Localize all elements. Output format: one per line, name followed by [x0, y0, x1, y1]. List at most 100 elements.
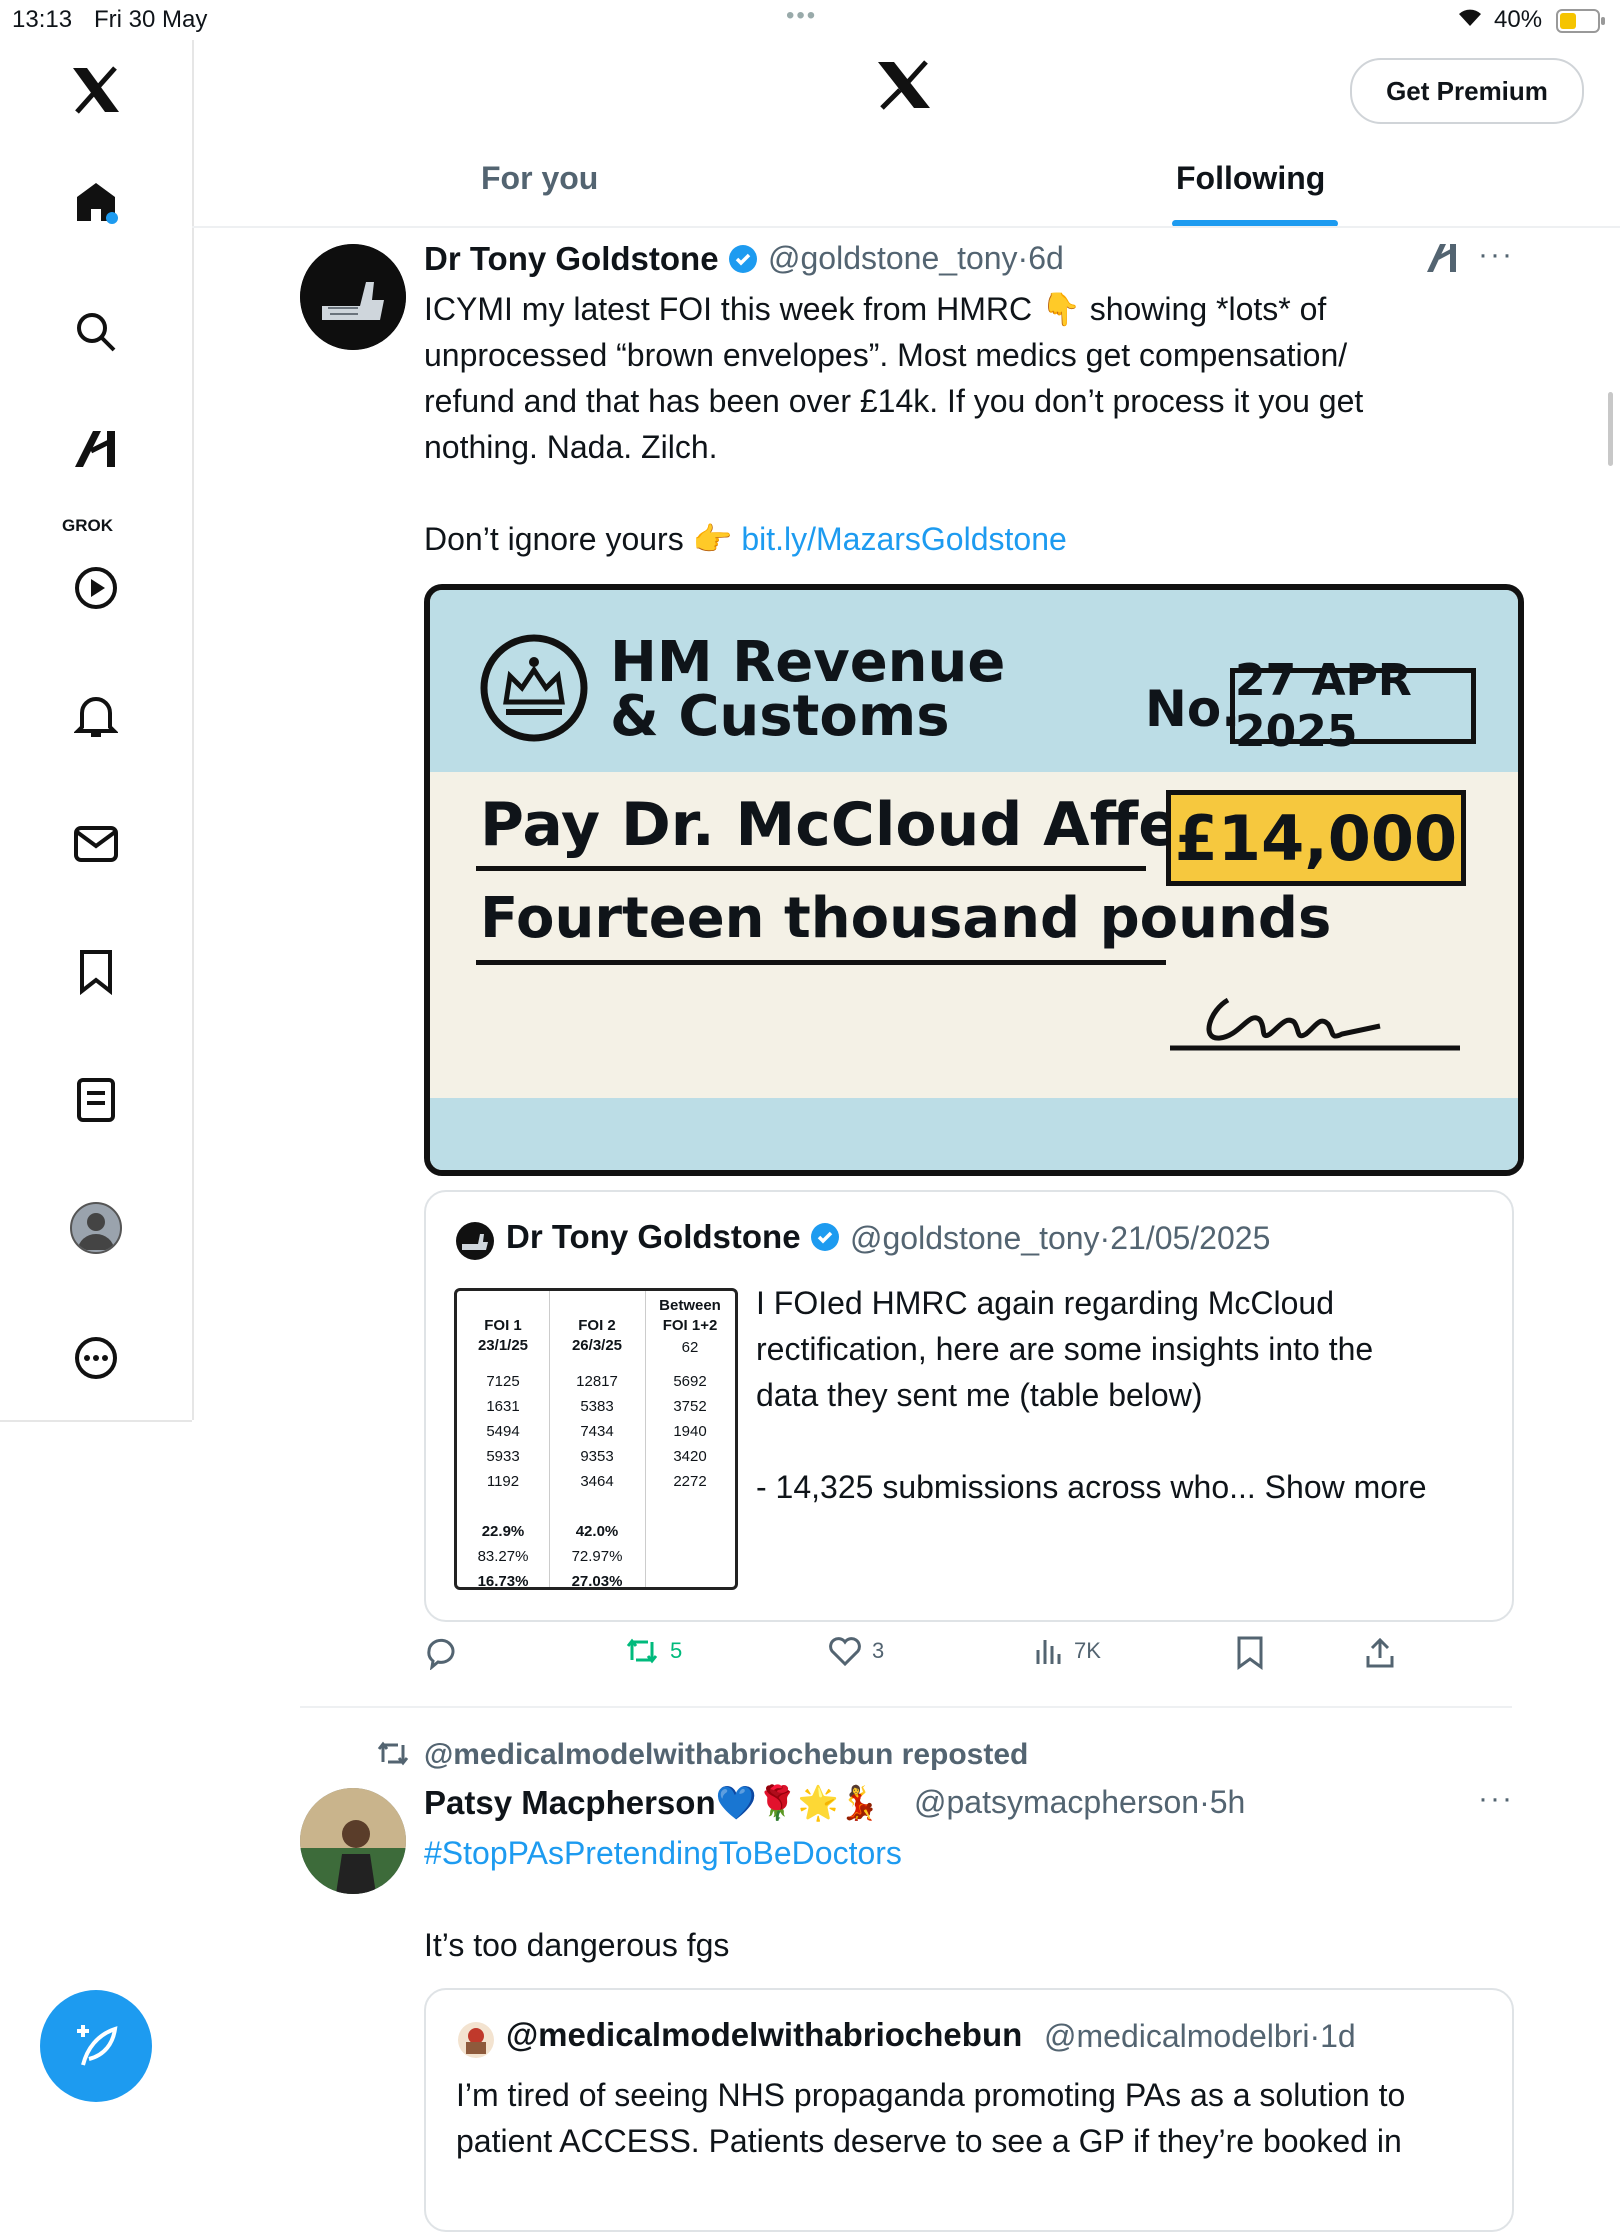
table-cell: 5692: [673, 1373, 707, 1390]
tab-following[interactable]: Following: [1176, 160, 1325, 197]
separator: ·: [1017, 240, 1029, 276]
repost-count: 5: [670, 1638, 683, 1663]
quoted-post-text: I FOIed HMRC again regarding McCloud rec…: [756, 1280, 1427, 1510]
table-cell: 7434: [580, 1423, 614, 1440]
heart-icon: [829, 1637, 861, 1666]
messages-mail-icon[interactable]: [70, 818, 122, 870]
table-col-between: Between FOI 1+2 62 5692 3752 1940 3420 2…: [645, 1291, 735, 1587]
repost-button[interactable]: 5: [624, 1636, 682, 1666]
quoted-author-handle: @goldstone_tony: [850, 1220, 1100, 1256]
table-cell: 62: [681, 1339, 699, 1356]
quoted-post-time: 1d: [1320, 2018, 1356, 2054]
author-avatar[interactable]: [300, 244, 406, 350]
author-handle-time[interactable]: @patsymacpherson·5h: [914, 1784, 1245, 1821]
get-premium-button[interactable]: Get Premium: [1350, 58, 1584, 124]
status-time: 13:13: [12, 6, 73, 33]
author-name-text: Dr Tony Goldstone: [424, 240, 719, 277]
post-time: 6d: [1028, 240, 1064, 276]
table-cell: 5383: [580, 1398, 614, 1415]
separator: ·: [1199, 1784, 1210, 1820]
cheque-amount: £14,000: [1166, 790, 1466, 886]
share-button[interactable]: [1364, 1636, 1406, 1670]
scrollbar[interactable]: [1608, 392, 1613, 466]
table-cell: 5494: [486, 1423, 520, 1440]
table-header: Between: [659, 1297, 721, 1314]
quoted-line-last: - 14,325 submissions across who... Show …: [756, 1464, 1427, 1510]
quoted-line: data they sent me (table below): [756, 1377, 1203, 1413]
table-cell: 16.73%: [477, 1573, 529, 1590]
post-line: refund and that has been over £14k. If y…: [424, 383, 1364, 419]
quoted-author-name: @medicalmodelwithabriochebun: [506, 2016, 1023, 2053]
profile-avatar[interactable]: [70, 1202, 122, 1254]
reply-button[interactable]: [424, 1636, 468, 1670]
post-more-icon[interactable]: ···: [1478, 238, 1514, 272]
table-cell: 9353: [580, 1448, 614, 1465]
views-count: 7K: [1074, 1638, 1101, 1663]
author-handle-time[interactable]: @goldstone_tony·6d: [768, 240, 1064, 277]
tab-for-you[interactable]: For you: [481, 160, 598, 197]
x-logo-icon[interactable]: [876, 60, 932, 115]
author-name[interactable]: Patsy Macpherson💙🌹🌟💃: [424, 1784, 880, 1823]
table-cell: 27.03%: [571, 1573, 623, 1590]
quoted-post-date: 21/05/2025: [1110, 1220, 1271, 1256]
lists-icon[interactable]: [70, 1074, 122, 1126]
author-handle: @patsymacpherson: [914, 1784, 1200, 1820]
table-cell: 1631: [486, 1398, 520, 1415]
post-more-icon[interactable]: ···: [1478, 1782, 1514, 1816]
quoted-handle-date: @goldstone_tony·21/05/2025: [850, 1220, 1270, 1257]
table-cell: 72.97%: [571, 1548, 623, 1565]
notifications-bell-icon[interactable]: [70, 690, 122, 742]
table-col-foi2: FOI 2 26/3/25 12817 5383 7434 9353 3464 …: [549, 1291, 645, 1587]
bookmarks-icon[interactable]: [70, 946, 122, 998]
more-options-icon[interactable]: [70, 1332, 122, 1384]
show-more-link[interactable]: Show more: [1265, 1469, 1427, 1505]
quoted-last-line: - 14,325 submissions across who...: [756, 1469, 1256, 1505]
post-link[interactable]: bit.ly/MazarsGoldstone: [741, 521, 1066, 557]
status-bar: 13:13 Fri 30 May ••• 40%: [0, 0, 1620, 40]
table-header: FOI 1: [484, 1317, 522, 1334]
post-line: unprocessed “brown envelopes”. Most medi…: [424, 337, 1348, 373]
cheque-no-label: No.: [1145, 680, 1241, 738]
post-line: ICYMI my latest FOI this week from HMRC …: [424, 291, 1327, 327]
table-header: FOI 2: [578, 1317, 616, 1334]
post-cta-line: Don’t ignore yours 👉 bit.ly/MazarsGoldst…: [424, 516, 1363, 562]
cheque-amount-words: Fourteen thousand pounds: [480, 886, 1332, 951]
views-button[interactable]: 7K: [1034, 1636, 1101, 1666]
table-cell: 83.27%: [477, 1548, 529, 1565]
like-button[interactable]: 3: [828, 1636, 884, 1666]
video-icon[interactable]: [70, 562, 122, 614]
author-avatar[interactable]: [300, 1788, 406, 1894]
battery-percent: 40%: [1494, 6, 1543, 33]
quoted-author-avatar: [458, 2022, 494, 2058]
table-cell: 7125: [486, 1373, 520, 1390]
grok-icon[interactable]: [70, 424, 122, 476]
verified-badge-icon: [728, 244, 758, 274]
table-header: 26/3/25: [571, 1337, 623, 1354]
repost-label[interactable]: @medicalmodelwithabriochebun reposted: [424, 1738, 1028, 1772]
search-icon[interactable]: [70, 306, 122, 358]
cheque-image[interactable]: HM Revenue & Customs No. 27 APR 2025 Pay…: [424, 584, 1524, 1176]
x-logo-icon[interactable]: [70, 64, 122, 116]
author-name[interactable]: Dr Tony Goldstone: [424, 240, 758, 278]
post-cta-text: Don’t ignore yours 👉: [424, 521, 742, 557]
post-line: nothing. Nada. Zilch.: [424, 429, 718, 465]
grok-explain-icon[interactable]: [1424, 240, 1460, 281]
sidebar-nav: GROK: [0, 40, 194, 1422]
compose-post-button[interactable]: [40, 1990, 152, 2102]
cheque-words-line: [476, 960, 1166, 965]
hashtag-link[interactable]: #StopPAsPretendingToBeDoctors: [424, 1830, 902, 1876]
status-date: Fri 30 May: [94, 6, 208, 33]
table-cell: 3420: [673, 1448, 707, 1465]
bookmark-button[interactable]: [1236, 1636, 1274, 1670]
quoted-post[interactable]: Dr Tony Goldstone @goldstone_tony·21/05/…: [424, 1190, 1514, 1622]
repost-icon: [626, 1638, 658, 1664]
post-time: 5h: [1209, 1784, 1246, 1820]
quoted-author-avatar: [456, 1222, 494, 1260]
views-chart-icon: [1036, 1640, 1061, 1664]
repost-indicator-icon: [376, 1740, 410, 1773]
sidebar-divider: [0, 1420, 192, 1422]
multitask-dots-icon[interactable]: •••: [786, 2, 817, 30]
post-divider: [300, 1706, 1512, 1708]
foi-data-table-image[interactable]: FOI 1 23/1/25 7125 1631 5494 5933 1192 2…: [454, 1288, 738, 1590]
quoted-post[interactable]: @medicalmodelwithabriochebun @medicalmod…: [424, 1988, 1514, 2232]
